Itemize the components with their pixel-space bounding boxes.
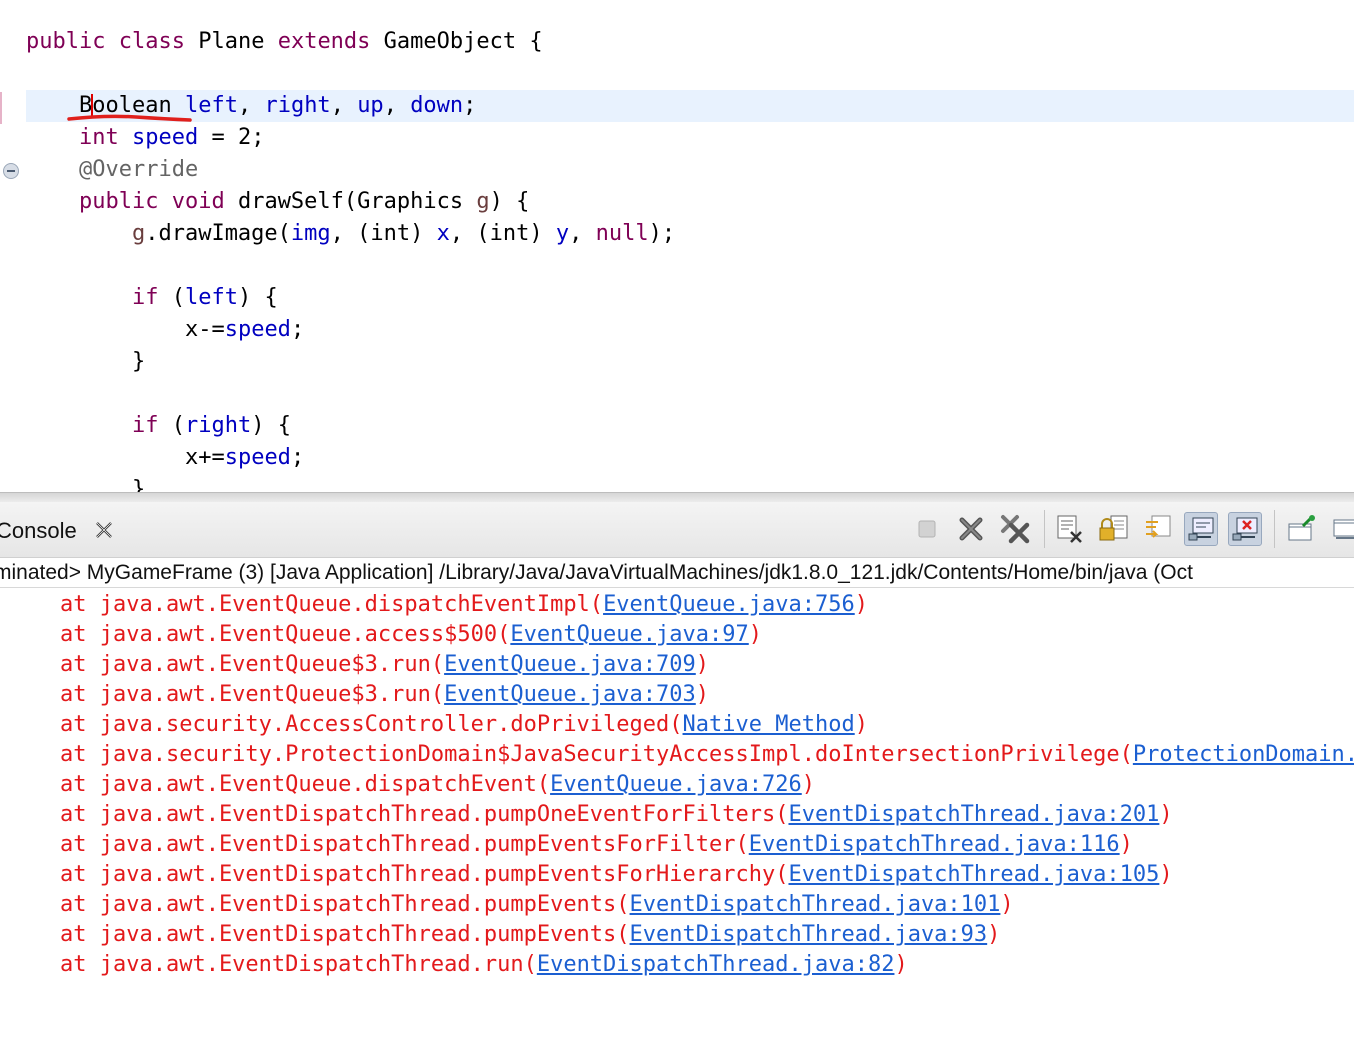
console-output[interactable]: at java.awt.EventQueue.dispatchEventImpl… (0, 590, 1354, 1040)
stack-frame-close: ) (695, 682, 710, 707)
stack-trace-line: at java.awt.EventQueue$3.run(EventQueue.… (60, 680, 709, 710)
stack-trace-line: at java.awt.EventDispatchThread.pumpEven… (60, 860, 1173, 890)
stack-frame-link[interactable]: EventQueue.java:97 (510, 622, 748, 647)
stack-frame-text: at java.security.ProtectionDomain$JavaSe… (60, 742, 1133, 767)
stack-trace-line: at java.awt.EventQueue.dispatchEvent(Eve… (60, 770, 815, 800)
code-line-11: x+=speed; (184, 445, 305, 470)
code-line-4: @Override (78, 157, 199, 182)
stack-trace-line: at java.awt.EventDispatchThread.pumpEven… (60, 920, 1000, 950)
stack-trace-line: at java.awt.EventDispatchThread.run(Even… (60, 950, 908, 980)
stack-frame-link[interactable]: EventDispatchThread.java:93 (630, 922, 988, 947)
stack-trace-line: at java.awt.EventQueue.access$500(EventQ… (60, 620, 762, 650)
code-line-10: if (right) { (131, 413, 291, 438)
console-view-header: Console (0, 502, 1354, 558)
stack-trace-line: at java.security.AccessController.doPriv… (60, 710, 868, 740)
toolbar-separator (1274, 510, 1275, 548)
stack-frame-text: at java.awt.EventDispatchThread.pumpOneE… (60, 802, 789, 827)
show-on-stdout-icon[interactable] (1184, 512, 1218, 546)
stack-frame-text: at java.awt.EventDispatchThread.pumpEven… (60, 892, 630, 917)
stack-frame-link[interactable]: EventDispatchThread.java:201 (788, 802, 1159, 827)
stack-trace-line: at java.awt.EventDispatchThread.pumpEven… (60, 890, 1014, 920)
stack-frame-text: at java.awt.EventDispatchThread.pumpEven… (60, 922, 630, 947)
stack-frame-text: at java.awt.EventQueue.access$500( (60, 622, 511, 647)
stack-frame-close: ) (801, 772, 815, 797)
stack-frame-close: ) (748, 622, 763, 647)
code-line-3: int speed = 2; (78, 125, 265, 150)
fold-collapse-icon[interactable] (3, 163, 19, 179)
stack-frame-text: at java.awt.EventQueue.dispatchEvent( (60, 772, 551, 797)
stack-frame-link[interactable]: EventDispatchThread.java:82 (537, 952, 895, 977)
word-wrap-icon[interactable] (1140, 512, 1174, 546)
code-line-5: public void drawSelf(Graphics g) { (78, 189, 530, 214)
stack-frame-text: at java.awt.EventDispatchThread.pumpEven… (60, 862, 789, 887)
terminate-icon[interactable] (910, 512, 944, 546)
stack-frame-close: ) (695, 652, 710, 677)
show-on-stderr-icon[interactable] (1228, 512, 1262, 546)
stack-frame-link[interactable]: Native Method (683, 712, 855, 737)
stack-frame-close: ) (1119, 832, 1133, 857)
stack-frame-text: at java.awt.EventQueue$3.run( (60, 682, 445, 707)
stack-frame-close: ) (1159, 802, 1173, 827)
stack-frame-close: ) (1000, 892, 1014, 917)
stack-frame-text: at java.awt.EventDispatchThread.run( (60, 952, 537, 977)
stack-frame-text: at java.awt.EventQueue.dispatchEventImpl… (60, 592, 604, 617)
stack-trace-line: at java.awt.EventDispatchThread.pumpEven… (60, 830, 1133, 860)
stack-frame-link[interactable]: EventQueue.java:726 (550, 772, 802, 797)
stack-frame-link[interactable]: EventQueue.java:709 (444, 652, 696, 677)
console-tab-label[interactable]: Console (0, 516, 77, 546)
code-line-9: } (131, 349, 146, 374)
stack-frame-close: ) (854, 712, 868, 737)
toolbar-separator (1044, 510, 1045, 548)
remove-launch-icon[interactable] (954, 512, 988, 546)
code-line-6: g.drawImage(img, (int) x, (int) y, null)… (131, 221, 676, 246)
code-line-1: public class Plane extends GameObject { (26, 29, 543, 54)
stack-frame-close: ) (854, 592, 868, 617)
stack-frame-link[interactable]: ProtectionDomain. (1133, 742, 1354, 767)
new-console-icon[interactable] (1328, 512, 1354, 546)
stack-trace-line: at java.awt.EventQueue.dispatchEventImpl… (60, 590, 868, 620)
stack-frame-close: ) (1159, 862, 1173, 887)
stack-frame-link[interactable]: EventDispatchThread.java:101 (630, 892, 1001, 917)
stack-frame-link[interactable]: EventDispatchThread.java:105 (788, 862, 1159, 887)
stack-frame-link[interactable]: EventDispatchThread.java:116 (749, 832, 1120, 857)
view-sash[interactable] (0, 492, 1354, 502)
scroll-lock-icon[interactable] (1096, 512, 1130, 546)
code-line-12: } (131, 477, 146, 492)
code-line-2[interactable]: Boolean left, right, up, down; (26, 90, 1354, 122)
clear-console-icon[interactable] (1052, 512, 1086, 546)
close-icon[interactable] (92, 518, 116, 542)
stack-frame-close: ) (894, 952, 908, 977)
stack-frame-link[interactable]: EventQueue.java:756 (603, 592, 855, 617)
stack-frame-text: at java.security.AccessController.doPriv… (60, 712, 683, 737)
stack-frame-close: ) (987, 922, 1001, 947)
pin-console-icon[interactable] (1284, 512, 1318, 546)
console-process-title: minated> MyGameFrame (3) [Java Applicati… (0, 558, 1354, 588)
stack-trace-line: at java.awt.EventQueue$3.run(EventQueue.… (60, 650, 709, 680)
remove-all-terminated-icon[interactable] (998, 512, 1032, 546)
code-editor[interactable]: public class Plane extends GameObject { … (0, 0, 1354, 492)
code-line-8: x-=speed; (184, 317, 305, 342)
stack-frame-text: at java.awt.EventQueue$3.run( (60, 652, 445, 677)
code-line-7: if (left) { (131, 285, 278, 310)
stack-trace-line: at java.security.ProtectionDomain$JavaSe… (60, 740, 1354, 770)
change-marker (0, 92, 2, 124)
stack-trace-line: at java.awt.EventDispatchThread.pumpOneE… (60, 800, 1173, 830)
stack-frame-text: at java.awt.EventDispatchThread.pumpEven… (60, 832, 749, 857)
stack-frame-link[interactable]: EventQueue.java:703 (444, 682, 696, 707)
